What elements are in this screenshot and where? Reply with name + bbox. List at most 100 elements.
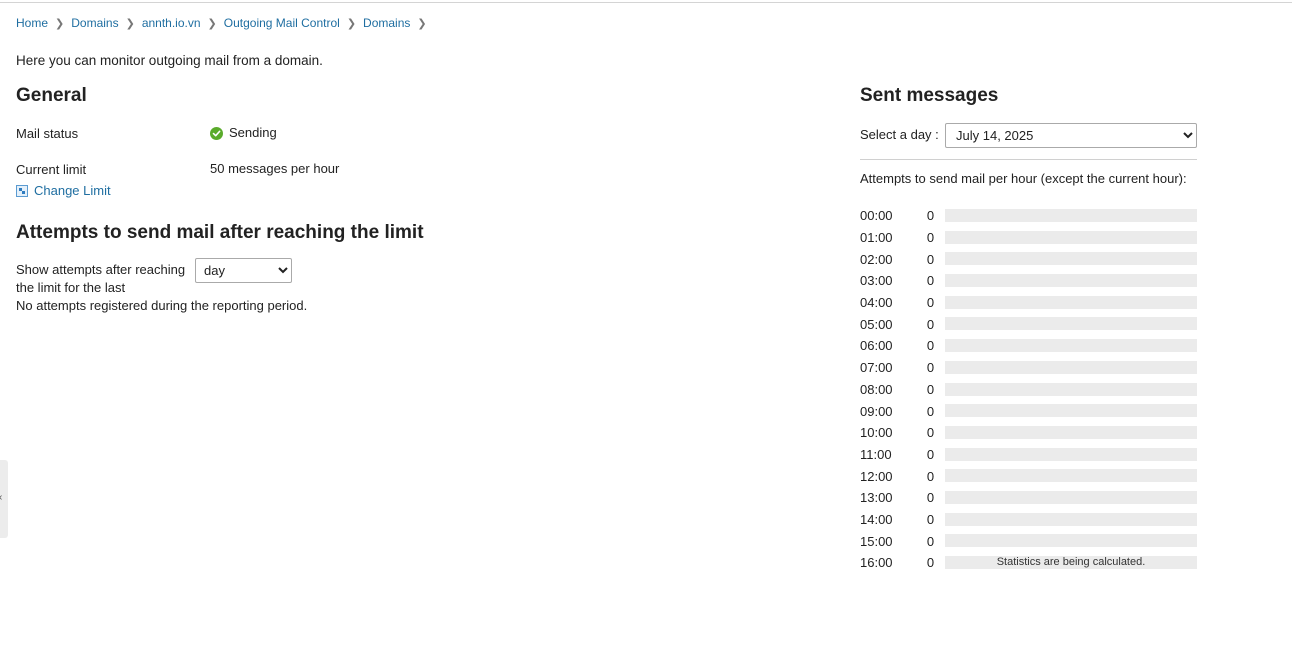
hour-row: 13:00 0 xyxy=(860,487,1197,509)
chevron-right-icon: ❯ xyxy=(346,17,357,30)
hour-row: 06:00 0 xyxy=(860,335,1197,357)
hour-time: 15:00 xyxy=(860,533,893,549)
chevron-right-icon: ❯ xyxy=(417,17,427,30)
hour-row: 16:00 0 Statistics are being calculated. xyxy=(860,552,1197,574)
hour-row: 09:00 0 xyxy=(860,400,1197,422)
attempts-heading: Attempts to send mail after reaching the… xyxy=(16,222,424,243)
hour-row: 08:00 0 xyxy=(860,379,1197,401)
hour-count: 0 xyxy=(926,208,935,224)
hour-time: 01:00 xyxy=(860,230,893,246)
breadcrumb: Home ❯ Domains ❯ annth.io.vn ❯ Outgoing … xyxy=(16,16,434,30)
hour-bar xyxy=(945,230,1197,244)
hour-bar xyxy=(945,382,1197,396)
period-select[interactable]: day xyxy=(195,258,292,283)
per-hour-label: Attempts to send mail per hour (except t… xyxy=(860,171,1187,186)
hour-time: 13:00 xyxy=(860,490,893,506)
hour-row: 05:00 0 xyxy=(860,313,1197,335)
change-limit-text: Change Limit xyxy=(34,183,111,198)
hour-row: 02:00 0 xyxy=(860,248,1197,270)
hour-bar: Statistics are being calculated. xyxy=(945,556,1197,569)
hour-time: 02:00 xyxy=(860,251,893,267)
hour-bar xyxy=(945,209,1197,222)
hour-row: 07:00 0 xyxy=(860,357,1197,379)
hour-row: 12:00 0 xyxy=(860,465,1197,487)
hour-time: 06:00 xyxy=(860,338,893,354)
hour-time: 14:00 xyxy=(860,511,893,527)
hour-count: 0 xyxy=(926,316,935,332)
hour-count: 0 xyxy=(926,338,935,354)
page-intro: Here you can monitor outgoing mail from … xyxy=(16,53,323,68)
hour-bar xyxy=(945,512,1197,526)
general-heading: General xyxy=(16,85,87,106)
hour-bar xyxy=(945,469,1197,483)
collapse-arrow-icon: ‹ xyxy=(0,492,2,503)
hour-count: 0 xyxy=(926,511,935,527)
hour-count: 0 xyxy=(926,490,935,506)
hour-row: 14:00 0 xyxy=(860,509,1197,531)
hour-time: 11:00 xyxy=(860,446,892,462)
check-circle-icon xyxy=(210,127,223,140)
breadcrumb-domains-2[interactable]: Domains xyxy=(363,16,410,30)
calculating-note: Statistics are being calculated. xyxy=(996,556,1146,568)
hour-time: 12:00 xyxy=(860,468,893,484)
breadcrumb-domains[interactable]: Domains xyxy=(71,16,118,30)
hour-row: 01:00 0 xyxy=(860,227,1197,249)
hour-row: 00:00 0 xyxy=(860,205,1197,227)
breadcrumb-home[interactable]: Home xyxy=(16,16,48,30)
hour-count: 0 xyxy=(926,425,935,441)
change-limit-link[interactable]: Change Limit xyxy=(16,183,111,198)
hour-row: 04:00 0 xyxy=(860,292,1197,314)
side-panel-handle[interactable]: ‹ xyxy=(0,460,8,538)
show-attempts-label: Show attempts after reaching the limit f… xyxy=(16,262,186,295)
hour-bar xyxy=(945,490,1197,504)
hour-bar xyxy=(945,317,1197,331)
top-divider xyxy=(0,2,1292,3)
hour-time: 07:00 xyxy=(860,360,893,376)
hour-count: 0 xyxy=(926,446,935,462)
hourly-stats: 00:00 0 01:00 0 02:00 0 03:00 0 04:00 0 05:00 0 06:0… xyxy=(860,205,1197,574)
hour-time: 05:00 xyxy=(860,316,893,332)
hour-count: 0 xyxy=(926,295,935,311)
hour-bar xyxy=(945,360,1197,374)
hour-count: 0 xyxy=(926,251,935,267)
hour-count: 0 xyxy=(926,555,935,571)
hour-count: 0 xyxy=(926,273,935,289)
breadcrumb-outgoing-mail-control[interactable]: Outgoing Mail Control xyxy=(224,16,340,30)
hour-count: 0 xyxy=(926,381,935,397)
hour-count: 0 xyxy=(926,468,935,484)
hour-row: 11:00 0 xyxy=(860,444,1197,466)
hour-count: 0 xyxy=(926,403,935,419)
hour-bar xyxy=(945,534,1197,548)
change-limit-icon xyxy=(16,184,28,197)
hour-row: 10:00 0 xyxy=(860,422,1197,444)
mail-status-label: Mail status xyxy=(16,126,79,141)
chevron-right-icon: ❯ xyxy=(125,17,135,30)
hour-time: 16:00 xyxy=(860,555,893,571)
hour-count: 0 xyxy=(926,533,935,549)
hour-count: 0 xyxy=(926,230,935,246)
chevron-right-icon: ❯ xyxy=(207,17,217,30)
hour-bar xyxy=(945,404,1197,418)
breadcrumb-domain[interactable]: annth.io.vn xyxy=(142,16,201,30)
chevron-right-icon: ❯ xyxy=(55,17,65,30)
hour-row: 03:00 0 xyxy=(860,270,1197,292)
hour-count: 0 xyxy=(926,360,935,376)
hour-time: 00:00 xyxy=(860,208,893,224)
hour-bar xyxy=(945,252,1197,266)
section-divider xyxy=(860,159,1197,160)
no-attempts-message: No attempts registered during the report… xyxy=(16,298,308,313)
current-limit-value: 50 messages per hour xyxy=(210,161,340,176)
hour-time: 09:00 xyxy=(860,403,893,419)
hour-time: 10:00 xyxy=(860,425,893,441)
hour-bar xyxy=(945,425,1197,439)
hour-bar xyxy=(945,447,1197,461)
sent-messages-heading: Sent messages xyxy=(860,85,999,106)
day-select[interactable]: July 14, 2025 xyxy=(945,123,1197,148)
mail-status-value: Sending xyxy=(210,125,277,140)
hour-time: 08:00 xyxy=(860,381,893,397)
mail-status-text: Sending xyxy=(229,125,277,140)
select-day-label: Select a day : xyxy=(860,127,939,142)
hour-bar xyxy=(945,295,1197,309)
hour-bar xyxy=(945,274,1197,288)
hour-time: 03:00 xyxy=(860,273,893,289)
